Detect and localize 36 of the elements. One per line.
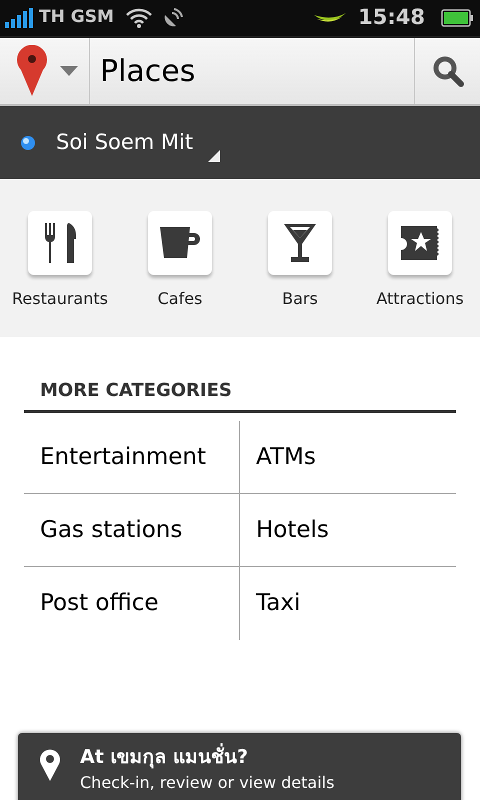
location-selector[interactable]: Soi Soem Mit <box>0 106 480 179</box>
category-tile[interactable] <box>388 211 452 275</box>
battery-icon <box>441 9 473 27</box>
category-link[interactable]: Entertainment <box>40 440 206 474</box>
category-tile[interactable] <box>268 211 332 275</box>
satellite-dish-icon <box>162 7 184 29</box>
category-link[interactable]: Taxi <box>256 586 300 621</box>
signal-icon <box>5 8 35 28</box>
carrier-name: TH GSM <box>39 6 114 30</box>
wifi-icon <box>126 8 152 28</box>
category-tile[interactable] <box>148 211 212 275</box>
place-pin-icon <box>40 749 60 781</box>
category-label[interactable]: Cafes <box>158 287 202 311</box>
ticket-star-icon <box>401 226 439 260</box>
caret-icon <box>60 66 78 76</box>
category-tile[interactable] <box>28 211 92 275</box>
clock: 15:48 <box>358 4 425 32</box>
cocktail-glass-icon <box>284 224 316 262</box>
category-link[interactable]: Gas stations <box>40 512 182 548</box>
category-link[interactable]: Hotels <box>256 512 329 548</box>
map-pin-icon <box>16 45 48 97</box>
checkin-prompt[interactable]: At เขมกุล แมนชั่น? Check-in, review or view details <box>18 733 461 800</box>
app-title: Places <box>99 52 196 90</box>
category-label[interactable]: Bars <box>282 287 318 311</box>
location-dot-icon <box>20 134 36 150</box>
category-link[interactable]: Post office <box>40 586 159 621</box>
category-link[interactable]: ATMs <box>256 440 316 474</box>
checkin-title: At เขมกุล แมนชั่น? <box>80 745 334 769</box>
checkin-subtitle: Check-in, review or view details <box>80 772 334 794</box>
coffee-cup-icon <box>160 227 200 259</box>
search-icon <box>432 55 464 87</box>
dropdown-corner-icon <box>208 150 220 162</box>
category-label[interactable]: Restaurants <box>12 287 108 311</box>
section-heading: MORE CATEGORIES <box>24 377 456 413</box>
category-label[interactable]: Attractions <box>376 287 464 311</box>
fork-knife-icon <box>43 223 77 263</box>
